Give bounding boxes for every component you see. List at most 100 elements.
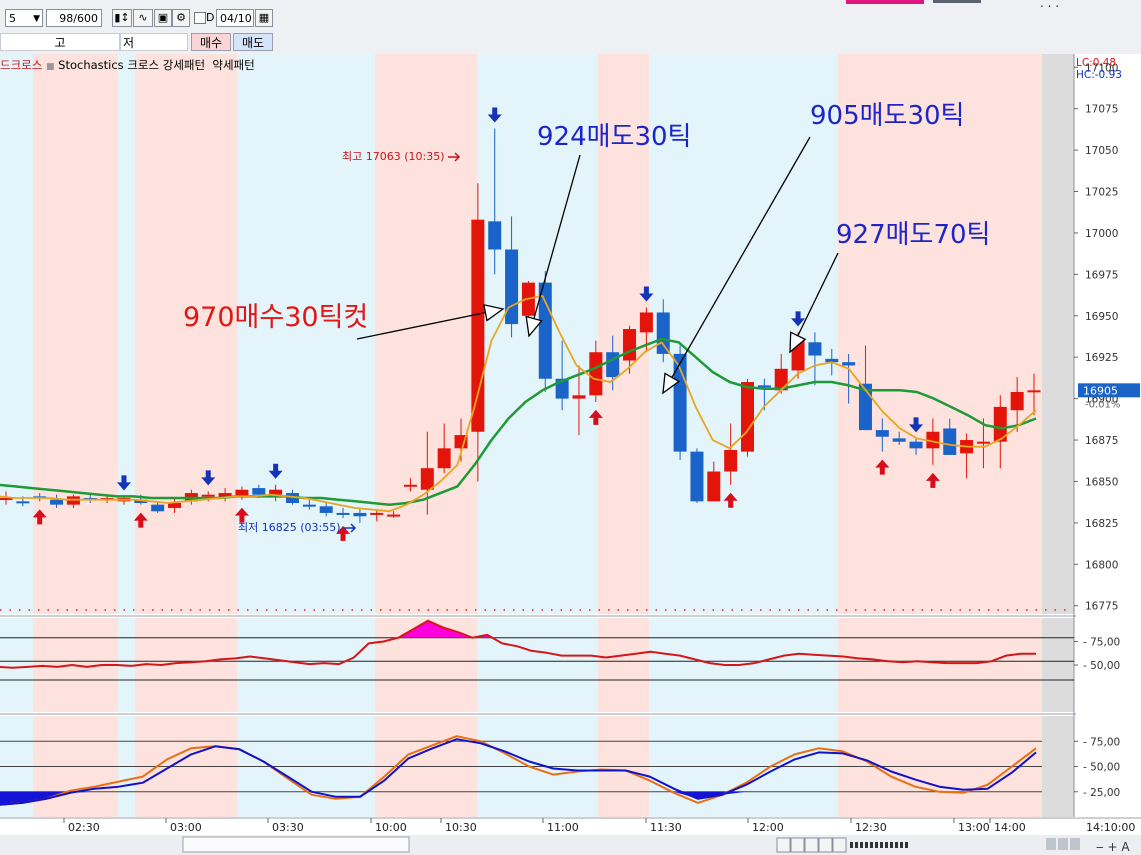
low-price-label: 최저 16825 (03:55) (238, 521, 341, 534)
legend-strong: 강세패턴 (162, 58, 206, 72)
legend-stoch-cross: Stochastics 크로스 (58, 58, 160, 72)
y-tick-label: 16825 (1085, 518, 1118, 530)
legend-dead-cross: 드크로스 (0, 58, 43, 72)
nav-button (804, 837, 819, 853)
note-buy-970: 970매수30틱컷 (183, 302, 368, 333)
session-band (375, 54, 477, 614)
osc-tick-label: - 50,00 (1083, 660, 1120, 672)
stoch-tick-label: - 25,00 (1083, 787, 1120, 799)
lc-value: LC:0.48 (1076, 57, 1117, 69)
candle-body (387, 514, 401, 517)
candle-body (892, 438, 906, 442)
indicator-legend: 드크로스 ■ Stochastics 크로스 강세패턴 약세패턴 (0, 57, 255, 73)
candle-body (252, 488, 266, 495)
current-price-label: 16905 (1083, 384, 1118, 397)
candle-body (808, 342, 822, 356)
candle-body (690, 451, 704, 502)
candle-body (842, 362, 856, 366)
candle-body (909, 441, 923, 449)
candle-body (639, 312, 653, 333)
y-tick-label: 16775 (1085, 601, 1118, 613)
nav-button (818, 837, 833, 853)
candle-body (656, 312, 670, 354)
y-tick-label: 16800 (1085, 559, 1118, 571)
session-band (477, 618, 598, 712)
y-tick-label: 16950 (1085, 311, 1118, 323)
zoom-controls: ‒ + A (1096, 840, 1130, 854)
session-band (33, 54, 118, 614)
candle-body (488, 221, 502, 250)
tool-icon (1058, 838, 1068, 850)
high-price-label: 최고 17063 (10:35) (342, 150, 445, 163)
x-tick-label: 10:00 (375, 821, 407, 834)
candle-body (707, 471, 721, 502)
candle-body (724, 449, 738, 472)
candle-body (589, 352, 603, 396)
candle-body (505, 249, 519, 325)
y-tick-label: 17025 (1085, 187, 1118, 199)
candle-body (471, 219, 485, 432)
x-tick-label: 10:30 (445, 821, 477, 834)
tool-icons-strip (920, 838, 1040, 852)
candle-body (875, 430, 889, 437)
y-tick-label: 16925 (1085, 352, 1118, 364)
candle-body (319, 506, 333, 513)
hc-value: HC:-0.93 (1076, 69, 1122, 81)
candle-body (420, 468, 434, 490)
session-band (1042, 54, 1074, 614)
x-tick-label: 12:30 (855, 821, 887, 834)
note-sell-927: 927매도70틱 (836, 220, 990, 250)
stoch-tick-label: - 50,00 (1083, 762, 1120, 774)
candle-body (336, 512, 350, 515)
y-tick-label: 16975 (1085, 269, 1118, 281)
x-tick-label: 11:00 (547, 821, 579, 834)
candle-body (403, 484, 417, 487)
nav-button (832, 837, 847, 853)
lc-hc-info: LC:0.48 HC:-0.93 (1076, 57, 1122, 81)
legend-marker-icon: ■ (45, 62, 55, 72)
osc-tick-label: - 75,00 (1083, 637, 1120, 649)
y-tick-label: 16850 (1085, 476, 1118, 488)
note-sell-924: 924매도30틱 (537, 122, 691, 152)
x-tick-label: 14:00 (994, 821, 1026, 834)
y-tick-label: 16875 (1085, 435, 1118, 447)
candle-body (201, 494, 215, 497)
candle-body (302, 504, 316, 507)
x-tick-label: 03:30 (272, 821, 304, 834)
candle-body (1010, 391, 1024, 411)
candle-body (572, 395, 586, 399)
y-tick-label: 17000 (1085, 228, 1118, 240)
current-change-label: -0.01% (1085, 399, 1120, 410)
session-band (135, 54, 237, 614)
session-band (0, 618, 33, 712)
candle-body (16, 501, 30, 504)
note-sell-905: 905매도30틱 (810, 101, 964, 131)
x-tick-label: 11:30 (650, 821, 682, 834)
y-tick-label: 17050 (1085, 145, 1118, 157)
candle-body (437, 448, 451, 469)
candle-body (50, 499, 64, 505)
session-band (976, 54, 1042, 614)
session-band (1042, 618, 1074, 712)
session-band (598, 618, 649, 712)
candle-body (976, 441, 990, 444)
y-tick-label: 17075 (1085, 104, 1118, 116)
candle-body (353, 512, 367, 517)
chart-area[interactable]: 1710017075170501702517000169751695016925… (0, 0, 1141, 855)
x-tick-label: 12:00 (752, 821, 784, 834)
x-tick-label: 02:30 (68, 821, 100, 834)
candle-body (943, 428, 957, 455)
session-band (1042, 716, 1074, 817)
x-tick-label: 14:10:00 (1086, 821, 1135, 834)
session-band (838, 618, 976, 712)
candle-body (151, 504, 165, 512)
session-band (838, 54, 976, 614)
x-tick-label: 13:00 (958, 821, 990, 834)
tool-icon (1070, 838, 1080, 850)
candle-body (168, 502, 182, 508)
nav-button (776, 837, 791, 853)
session-band (976, 618, 1042, 712)
session-band (0, 54, 33, 614)
session-band (118, 54, 135, 614)
candle-body (1027, 390, 1041, 393)
